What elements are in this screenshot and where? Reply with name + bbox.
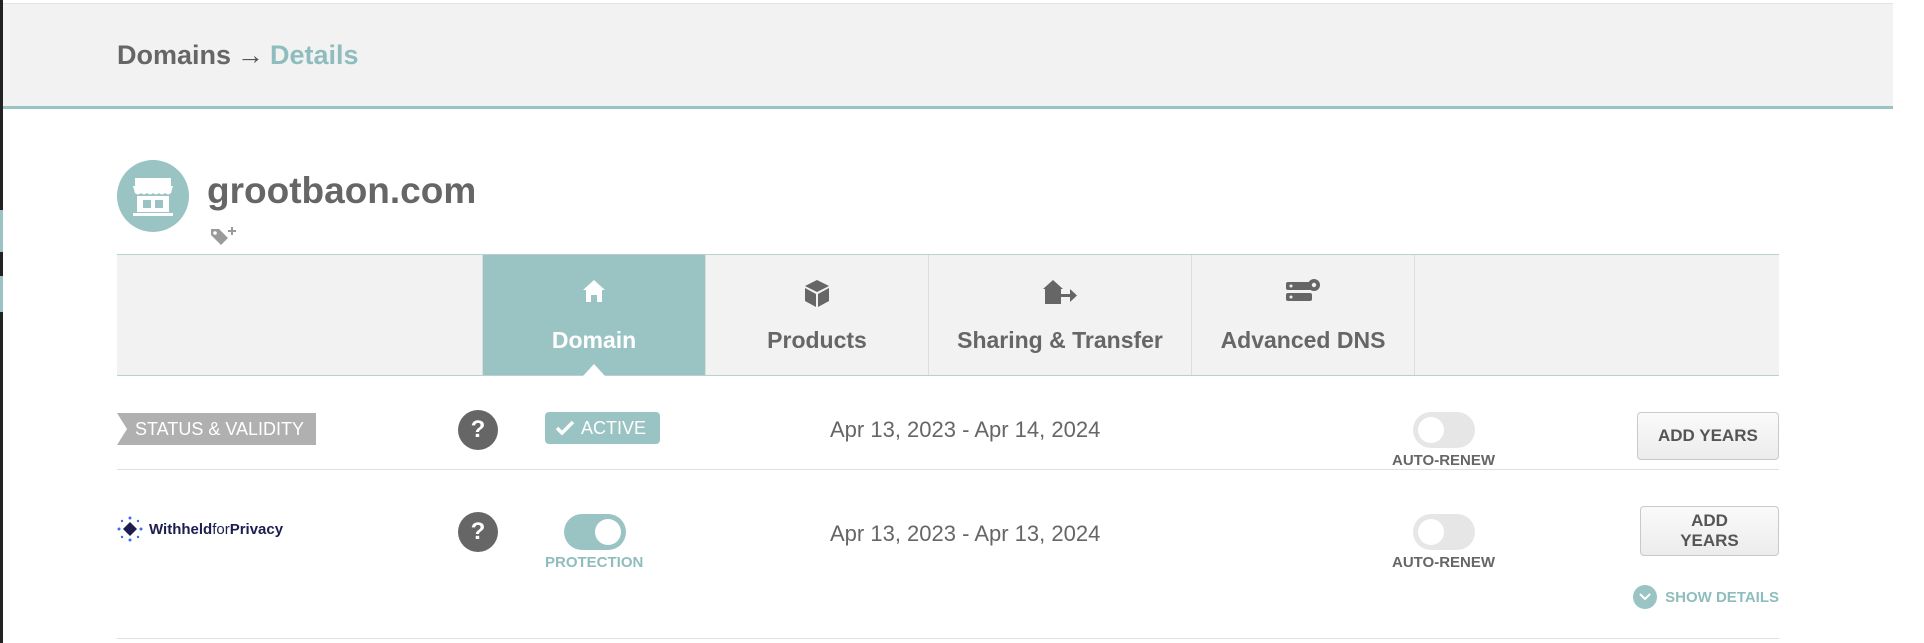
status-badge: ACTIVE xyxy=(545,412,661,444)
privacy-dates: Apr 13, 2023 - Apr 13, 2024 xyxy=(830,521,1101,546)
privacy-wordmark: WithheldforPrivacy xyxy=(149,520,284,538)
privacy-auto-renew-label: AUTO-RENEW xyxy=(1392,554,1496,571)
add-tag-icon[interactable] xyxy=(209,225,237,252)
privacy-row: WithheldforPrivacy ? PROTECTION Apr 13, … xyxy=(117,470,1779,639)
left-edge-marker xyxy=(0,210,3,252)
breadcrumb-separator: → xyxy=(237,40,265,70)
storefront-icon xyxy=(133,178,173,216)
left-edge-marker xyxy=(0,276,3,312)
privacy-help-button[interactable]: ? xyxy=(458,512,498,552)
tab-advanced-dns[interactable]: Advanced DNS xyxy=(1191,255,1415,375)
tab-advanced-dns-label: Advanced DNS xyxy=(1220,327,1386,353)
domain-tabs: Domain Products Sharing & Transfer Advan… xyxy=(117,254,1779,376)
protection-label: PROTECTION xyxy=(545,554,644,571)
tab-domain[interactable]: Domain xyxy=(482,255,705,376)
status-validity-label: STATUS & VALIDITY xyxy=(117,413,317,445)
breadcrumb: Domains → Details xyxy=(117,40,359,71)
tab-products-label: Products xyxy=(767,327,867,353)
breadcrumb-current: Details xyxy=(270,40,359,70)
privacy-auto-renew-toggle[interactable] xyxy=(1413,514,1475,550)
domain-avatar xyxy=(117,160,189,232)
withheld-for-privacy-logo: WithheldforPrivacy xyxy=(117,516,283,542)
page-header: Domains → Details xyxy=(3,3,1893,109)
privacy-add-years-button[interactable]: ADD YEARS xyxy=(1640,506,1779,556)
house-arrow-icon xyxy=(1043,280,1077,304)
show-details-label: SHOW DETAILS xyxy=(1665,588,1779,606)
house-icon xyxy=(583,280,605,302)
box-icon xyxy=(805,280,829,307)
checkmark-icon xyxy=(555,420,575,436)
tab-sharing-transfer-label: Sharing & Transfer xyxy=(957,327,1163,353)
status-validity-row: STATUS & VALIDITY ? ACTIVE Apr 13, 2023 … xyxy=(117,374,1779,470)
show-details-link[interactable]: SHOW DETAILS xyxy=(1633,585,1779,609)
protection-toggle[interactable] xyxy=(564,514,626,550)
auto-renew-toggle[interactable] xyxy=(1413,412,1475,448)
status-badge-label: ACTIVE xyxy=(581,418,647,438)
add-years-button[interactable]: ADD YEARS xyxy=(1637,412,1779,460)
validity-dates: Apr 13, 2023 - Apr 14, 2024 xyxy=(830,417,1101,442)
auto-renew-label: AUTO-RENEW xyxy=(1392,452,1496,469)
tab-sharing-transfer[interactable]: Sharing & Transfer xyxy=(928,255,1191,375)
chevron-down-icon xyxy=(1633,585,1658,609)
breadcrumb-domains-link[interactable]: Domains xyxy=(117,40,231,70)
domain-name-title: grootbaon.com xyxy=(207,170,477,211)
server-gear-icon xyxy=(1286,279,1320,301)
status-help-button[interactable]: ? xyxy=(458,410,498,450)
privacy-diamond-icon xyxy=(117,516,143,542)
tab-products[interactable]: Products xyxy=(705,255,928,375)
tab-domain-label: Domain xyxy=(551,327,637,353)
